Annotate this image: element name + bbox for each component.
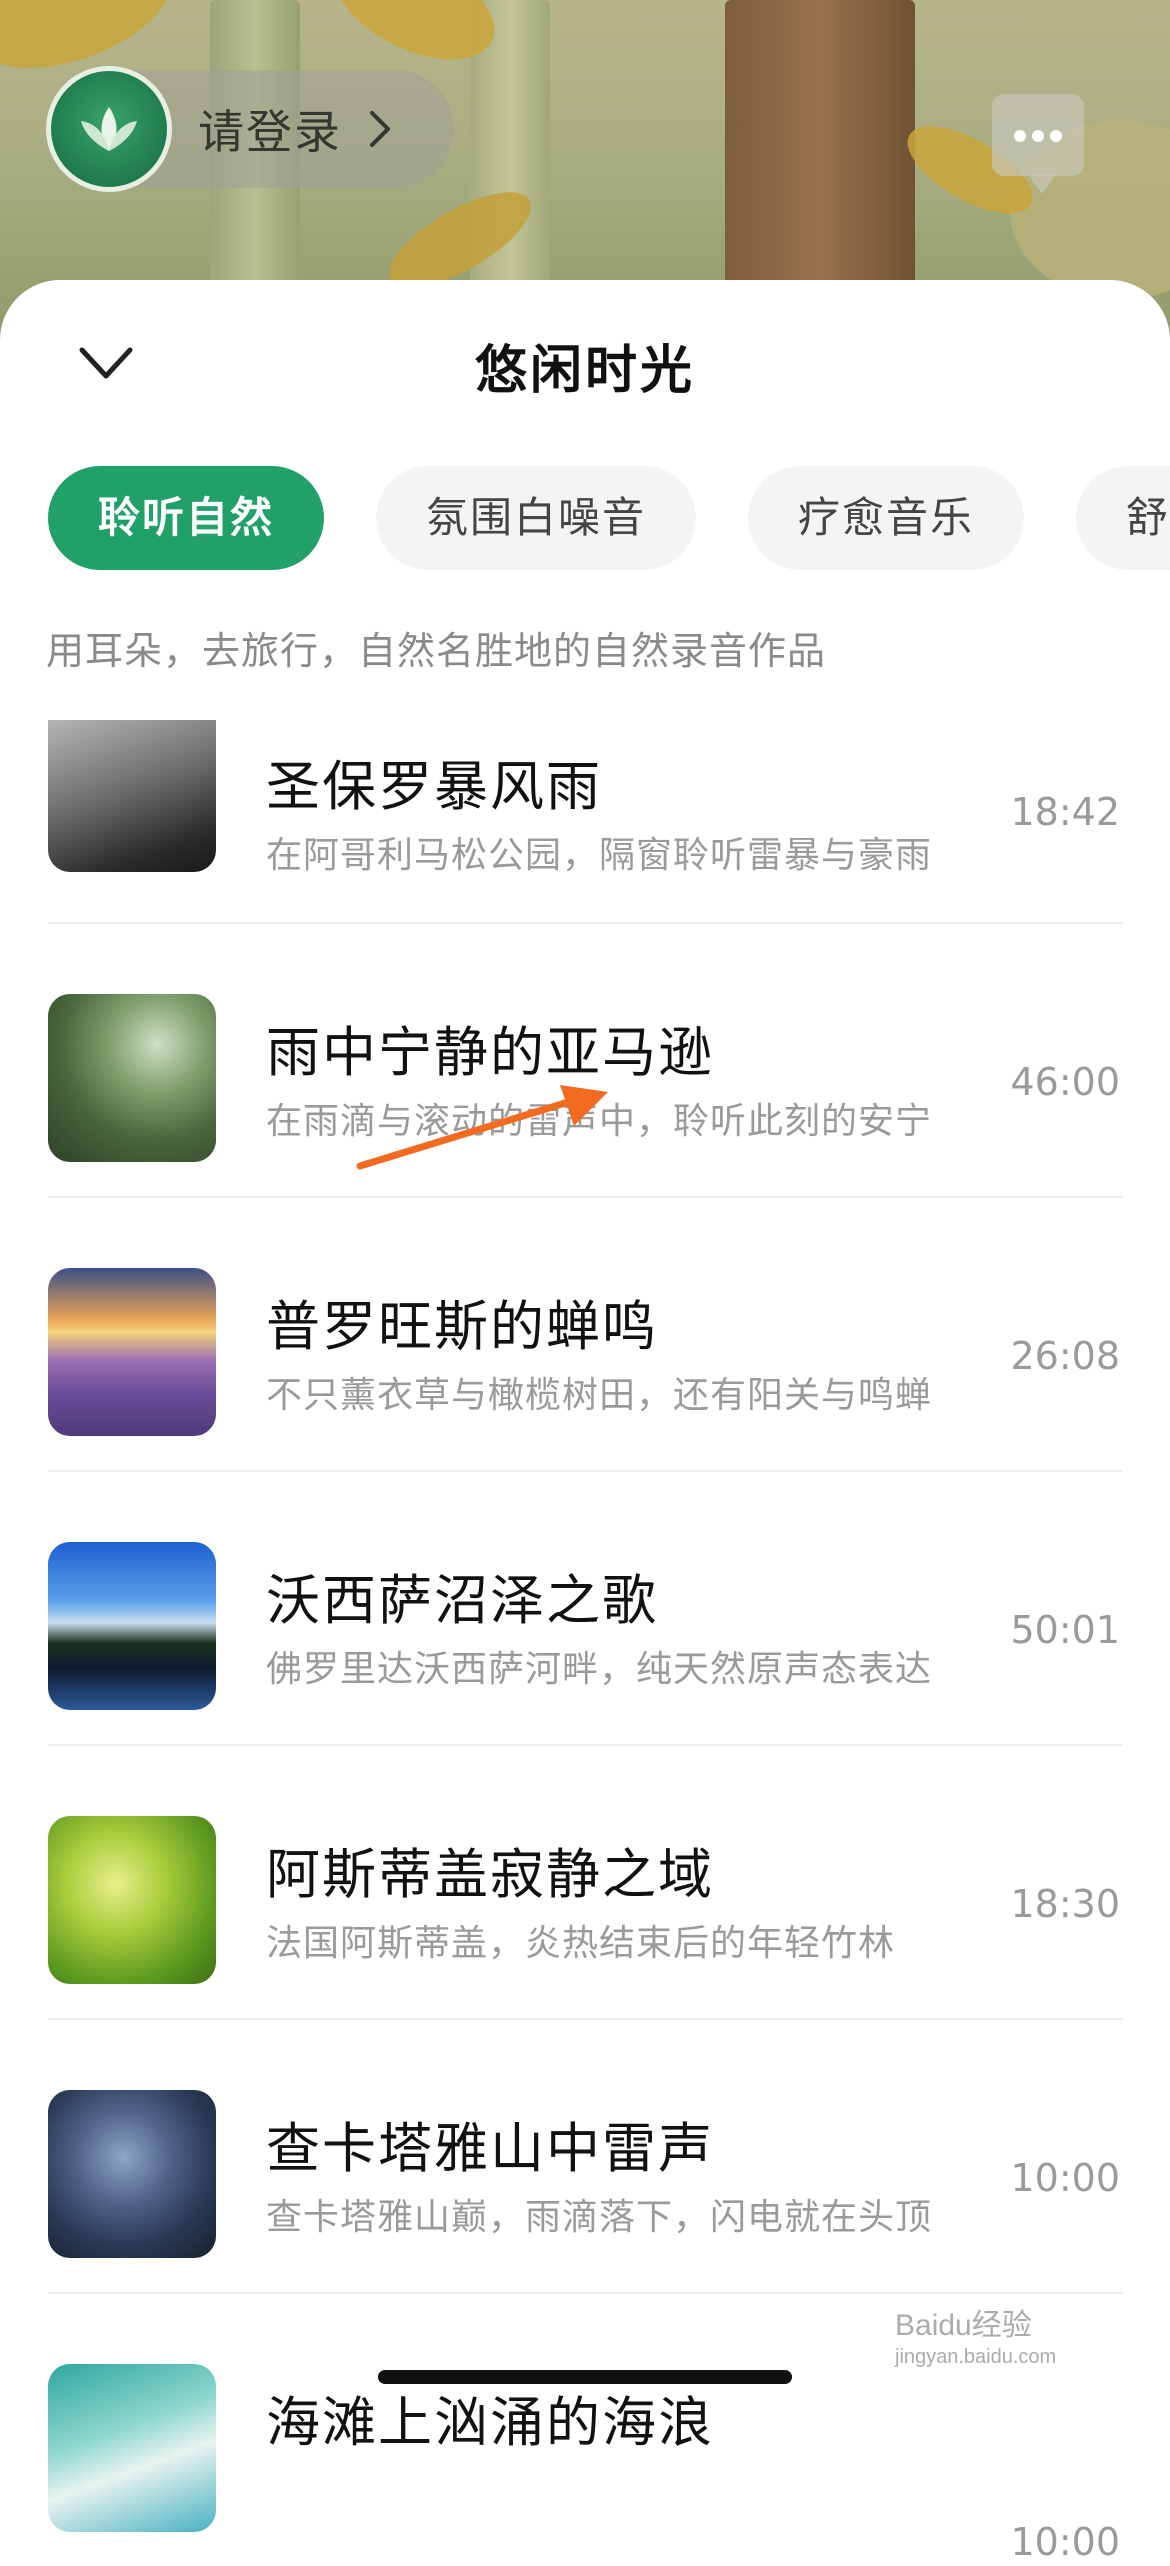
track-title: 圣保罗暴风雨 (266, 755, 602, 818)
thumbnail (48, 994, 216, 1162)
track-duration: 18:42 (1010, 790, 1120, 834)
list-item[interactable]: 沃西萨沼泽之歌 佛罗里达沃西萨河畔，纯天然原声态表达 50:01 (48, 1472, 1122, 1746)
login-label: 请登录 (198, 105, 342, 159)
thumbnail (48, 1542, 216, 1710)
playlist-sheet: 悠闲时光 聆听自然 氛围白噪音 疗愈音乐 舒缓 用耳朵，去旅行，自然名胜地的自然… (0, 280, 1170, 2564)
list-item[interactable]: 查卡塔雅山中雷声 查卡塔雅山巅，雨滴落下，闪电就在头顶 10:00 (48, 2020, 1122, 2294)
chevron-right-icon (368, 109, 408, 149)
tab-soothing[interactable]: 舒缓 (1076, 466, 1170, 570)
track-title: 普罗旺斯的蝉鸣 (266, 1295, 658, 1358)
list-item[interactable]: 雨中宁静的亚马逊 在雨滴与滚动的雷声中，聆听此刻的安宁 46:00 (48, 924, 1122, 1198)
tab-nature[interactable]: 聆听自然 (48, 466, 325, 570)
track-duration: 10:00 (1010, 2156, 1120, 2200)
watermark-url: jingyan.baidu.com (895, 2346, 1057, 2368)
tab-white-noise[interactable]: 氛围白噪音 (376, 466, 697, 570)
dot (1032, 130, 1044, 142)
list-item[interactable]: 阿斯蒂盖寂静之域 法国阿斯蒂盖，炎热结束后的年轻竹林 18:30 (48, 1746, 1122, 2020)
track-duration: 18:30 (1010, 1882, 1120, 1926)
lotus-icon (46, 66, 172, 192)
dot (1014, 130, 1026, 142)
track-subtitle: 在阿哥利马松公园，隔窗聆听雷暴与豪雨 (266, 835, 933, 876)
chat-bubble-icon[interactable] (992, 94, 1084, 194)
track-duration: 10:00 (1010, 2520, 1120, 2564)
watermark: Baidu经验 (895, 2309, 1032, 2342)
track-duration: 50:01 (1010, 1608, 1120, 1652)
thumbnail (48, 1816, 216, 1984)
track-title: 雨中宁静的亚马逊 (266, 1021, 714, 1084)
track-subtitle: 在雨滴与滚动的雷声中，聆听此刻的安宁 (266, 1101, 933, 1142)
track-subtitle: 查卡塔雅山巅，雨滴落下，闪电就在头顶 (266, 2197, 933, 2238)
track-subtitle: 佛罗里达沃西萨河畔，纯天然原声态表达 (266, 1649, 933, 1690)
track-title: 沃西萨沼泽之歌 (266, 1569, 658, 1632)
list-item[interactable]: 圣保罗暴风雨 在阿哥利马松公园，隔窗聆听雷暴与豪雨 18:42 (48, 720, 1122, 924)
sheet-title: 悠闲时光 (474, 341, 695, 401)
track-title: 海滩上汹涌的海浪 (266, 2391, 714, 2454)
dot (1050, 130, 1062, 142)
track-subtitle: 不只薰衣草与橄榄树田，还有阳关与鸣蝉 (266, 1375, 933, 1416)
track-duration: 26:08 (1010, 1334, 1120, 1378)
thumbnail (48, 2090, 216, 2258)
track-title: 阿斯蒂盖寂静之域 (266, 1843, 714, 1906)
tab-healing-music[interactable]: 疗愈音乐 (748, 466, 1025, 570)
track-list: 圣保罗暴风雨 在阿哥利马松公园，隔窗聆听雷暴与豪雨 18:42 雨中宁静的亚马逊… (0, 720, 1170, 2566)
track-subtitle: 法国阿斯蒂盖，炎热结束后的年轻竹林 (266, 1923, 896, 1964)
category-tabs: 聆听自然 氛围白噪音 疗愈音乐 舒缓 (48, 466, 1170, 572)
list-item[interactable]: 普罗旺斯的蝉鸣 不只薰衣草与橄榄树田，还有阳关与鸣蝉 26:08 (48, 1198, 1122, 1472)
thumbnail (48, 1268, 216, 1436)
thumbnail (48, 2364, 216, 2532)
track-title: 查卡塔雅山中雷声 (266, 2117, 714, 2180)
thumbnail (48, 720, 216, 872)
category-description: 用耳朵，去旅行，自然名胜地的自然录音作品 (46, 629, 827, 673)
login-button[interactable]: 请登录 (46, 66, 454, 192)
home-indicator (378, 2370, 792, 2384)
track-duration: 46:00 (1010, 1060, 1120, 1104)
